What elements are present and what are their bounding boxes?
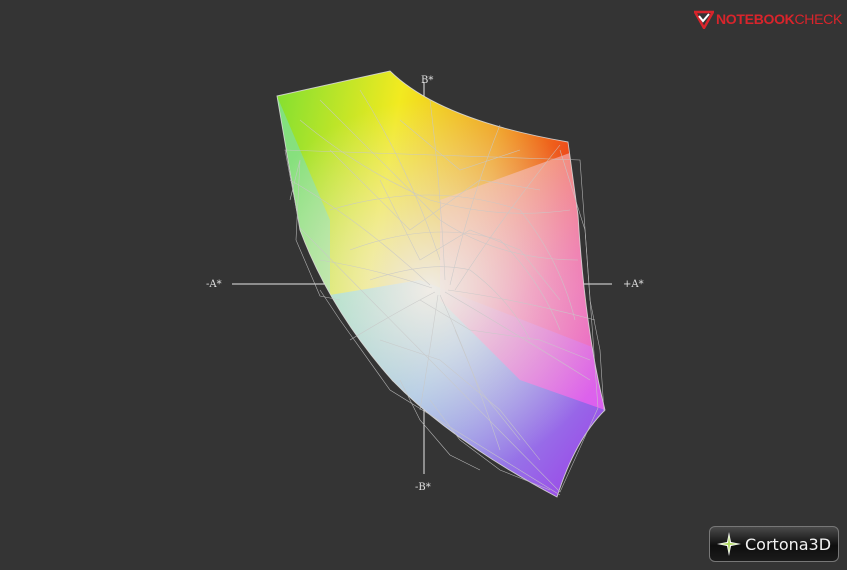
axis-label-b-minus: -B* (415, 482, 431, 493)
logo-text-notebook: NOTEBOOK (716, 11, 795, 27)
cortona3d-badge[interactable]: Cortona3D (709, 526, 839, 562)
axis-label-a-minus: -A* (206, 279, 222, 290)
cortona-star-icon (717, 532, 741, 556)
cortona3d-label: Cortona3D (745, 534, 832, 554)
gamut-volume[interactable] (260, 60, 620, 510)
notebookcheck-mark-icon (694, 10, 714, 29)
axis-label-a-plus: +A* (623, 279, 644, 290)
axis-label-b-plus: B* (421, 75, 434, 86)
logo-text-check: CHECK (794, 11, 843, 27)
notebookcheck-logo: NOTEBOOK CHECK (694, 6, 842, 32)
